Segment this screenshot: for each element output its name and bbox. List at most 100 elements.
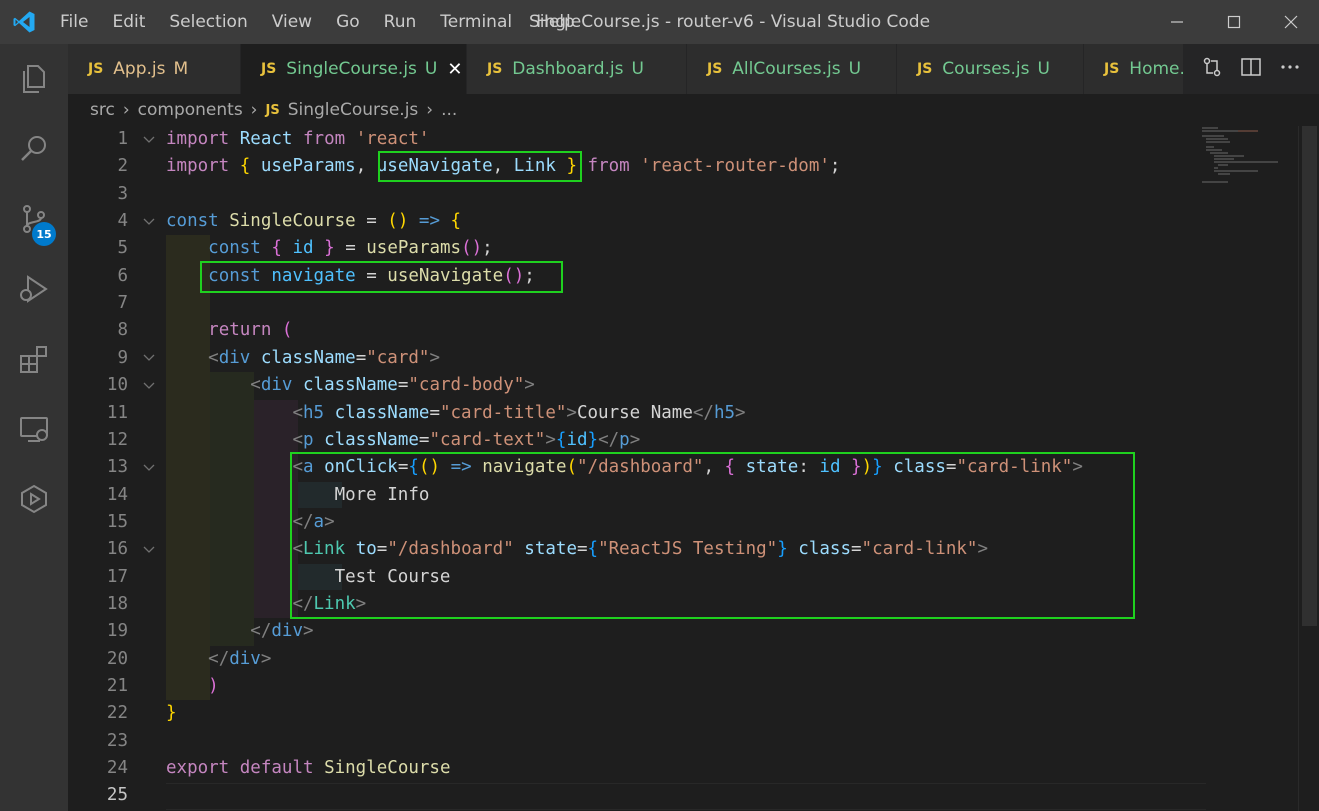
fold-chevron-icon[interactable] [141,345,157,372]
line-number: 4 [117,211,128,232]
menu-file[interactable]: File [48,0,100,44]
close-tab-icon[interactable]: ✕ [447,59,462,80]
close-window-button[interactable] [1262,0,1319,44]
line-number-gutter: 1 2 3 4 5 6 7 8 9 10 11 12 13 14 15 16 1… [68,126,166,811]
code-editor[interactable]: 1 2 3 4 5 6 7 8 9 10 11 12 13 14 15 16 1… [68,126,1319,811]
line-number: 5 [117,238,128,259]
menu-run[interactable]: Run [372,0,429,44]
editor-actions [1183,44,1319,94]
scrollbar-thumb[interactable] [1302,126,1317,626]
line-number: 16 [106,539,128,560]
search-icon[interactable] [0,114,68,184]
title-bar: File Edit Selection View Go Run Terminal… [0,0,1319,44]
line-number: 18 [106,593,128,614]
extensions-icon[interactable] [0,324,68,394]
tab-label: SingleCourse.js [286,59,417,79]
more-actions-icon[interactable] [1279,56,1301,82]
tab-label: Courses.js [942,59,1030,79]
breadcrumb-ellipsis[interactable]: ... [441,100,457,120]
code-line: const SingleCourse = () => { [166,211,462,232]
line-number: 19 [106,621,128,642]
open-changes-icon[interactable] [1201,56,1223,82]
line-number: 11 [106,402,128,423]
highlight-box-links [290,452,1135,619]
fold-chevron-icon[interactable] [141,372,157,399]
line-number: 15 [106,511,128,532]
window-controls [1148,0,1319,44]
code-line: return ( [208,320,293,341]
code-line: <div className="card-body"> [250,375,535,396]
highlight-box-navigate [200,261,563,293]
code-line: </div> [250,621,314,642]
line-number: 21 [106,676,128,696]
line-number: 10 [106,375,128,396]
line-number: 23 [106,730,128,751]
tab-status: U [424,59,438,79]
line-number: 8 [117,320,128,341]
minimap[interactable] [1198,126,1298,811]
code-line: import React from 'react' [166,129,430,149]
code-line: export default SingleCourse [166,758,451,779]
source-control-icon[interactable]: 15 [0,184,68,254]
vertical-scrollbar[interactable] [1298,126,1319,811]
chevron-right-icon: › [122,100,130,120]
tab-singlecourse-js[interactable]: JS SingleCourse.js U ✕ [241,44,467,94]
js-file-icon: JS [261,61,277,77]
explorer-icon[interactable] [0,44,68,114]
testing-icon[interactable] [0,464,68,534]
maximize-button[interactable] [1205,0,1262,44]
menu-go[interactable]: Go [324,0,372,44]
code-line: <p className="card-text">{id}</p> [292,429,641,450]
menu-view[interactable]: View [260,0,324,44]
breadcrumb-components[interactable]: components [138,100,243,120]
js-file-icon: JS [487,61,503,77]
minimize-icon [1170,21,1183,23]
breadcrumb-src[interactable]: src [90,100,115,120]
code-line: } [166,703,177,724]
line-number: 13 [106,457,128,478]
fold-chevron-icon[interactable] [141,208,157,235]
split-editor-icon[interactable] [1240,56,1262,82]
menu-terminal[interactable]: Terminal [428,0,524,44]
tab-status: U [1037,59,1050,79]
line-number: 3 [117,183,128,204]
menu-selection[interactable]: Selection [157,0,259,44]
fold-chevron-icon[interactable] [141,454,157,481]
code-line: <div className="card"> [208,347,440,368]
tab-dashboard-js[interactable]: JS Dashboard.js U [467,44,687,94]
tab-status: U [631,59,644,79]
js-file-icon: JS [265,102,280,118]
line-number: 22 [106,703,128,724]
line-number: 24 [106,758,128,779]
highlight-box-imports [378,151,582,182]
js-file-icon: JS [88,61,104,77]
menu-edit[interactable]: Edit [100,0,157,44]
breadcrumb-file[interactable]: SingleCourse.js [288,100,419,120]
tab-allcourses-js[interactable]: JS AllCourses.js U [687,44,897,94]
fold-chevron-icon[interactable] [141,126,157,153]
line-number: 6 [117,265,128,286]
js-file-icon: JS [1104,61,1120,77]
remote-explorer-icon[interactable] [0,394,68,464]
tab-home-js[interactable]: JS Home.j [1084,44,1194,94]
line-number-current: 25 [106,785,128,806]
line-number: 17 [106,566,128,587]
code-area[interactable]: import React from 'react' import { usePa… [166,126,1196,811]
tab-courses-js[interactable]: JS Courses.js U [897,44,1084,94]
minimize-button[interactable] [1148,0,1205,44]
tab-status: U [848,59,862,79]
activity-bar: 15 [0,44,68,811]
menu-help[interactable]: Help [524,0,587,44]
vscode-logo-icon[interactable] [0,0,48,44]
run-debug-icon[interactable] [0,254,68,324]
maximize-icon [1227,15,1240,29]
tab-app-js[interactable]: JS App.js M [68,44,241,94]
fold-chevron-icon[interactable] [141,536,157,563]
tab-label: Dashboard.js [512,59,624,79]
js-file-icon: JS [707,61,723,77]
tab-status: M [173,59,189,79]
close-icon [1284,15,1297,29]
chevron-right-icon: › [426,100,434,120]
line-number: 2 [117,156,128,177]
line-number: 1 [117,129,128,149]
